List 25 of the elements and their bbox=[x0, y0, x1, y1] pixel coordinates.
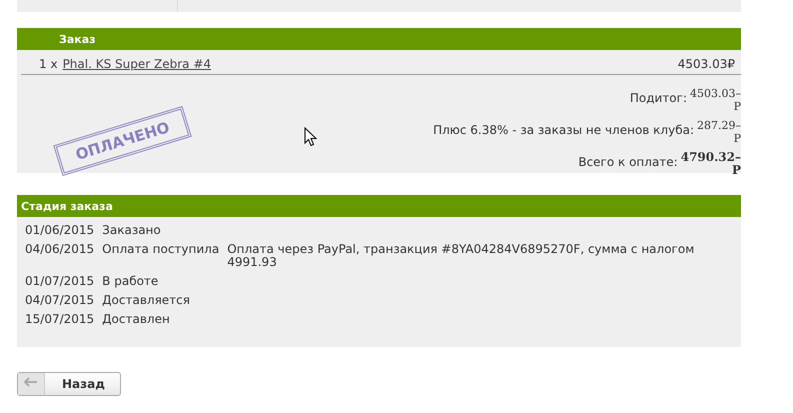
total-label: Плюс 6.38% - за заказы не членов клуба: bbox=[433, 122, 694, 137]
total-label: Всего к оплате: bbox=[578, 154, 678, 169]
stage-date: 15/07/2015 bbox=[24, 311, 96, 328]
section-title: Заказ bbox=[58, 32, 96, 46]
section-title: Стадия заказа bbox=[20, 200, 113, 212]
stage-status: В работе bbox=[101, 273, 160, 290]
total-amount: 287.29– Р bbox=[697, 119, 741, 145]
stage-status: Доставлен bbox=[101, 311, 171, 328]
back-button[interactable]: Назад bbox=[17, 372, 121, 396]
total-amount: 4790.32– Р bbox=[680, 151, 741, 177]
stage-status: Доставляется bbox=[101, 292, 191, 309]
product-link[interactable]: Phal. KS Super Zebra #4 bbox=[62, 57, 212, 71]
quantity: 1 x bbox=[39, 57, 58, 71]
stage-date: 04/06/2015 bbox=[24, 241, 96, 258]
arrow-left-icon bbox=[24, 377, 38, 387]
total-label: Подитог: bbox=[630, 90, 687, 105]
stage-status: Заказано bbox=[101, 222, 162, 239]
stage-note: Оплата через PayPal, транзакция #8YA04284V6895270F, сумма с налогом 4991.93 bbox=[227, 242, 694, 269]
cursor-icon bbox=[304, 127, 317, 147]
stage-date: 04/07/2015 bbox=[24, 292, 96, 309]
stage-date: 01/06/2015 bbox=[24, 222, 96, 239]
stage-date: 01/07/2015 bbox=[24, 273, 96, 290]
price: 4503.03₽ bbox=[678, 57, 735, 71]
total-amount: 4503.03– Р bbox=[690, 87, 741, 113]
stage-status: Оплата поступила bbox=[101, 241, 220, 258]
